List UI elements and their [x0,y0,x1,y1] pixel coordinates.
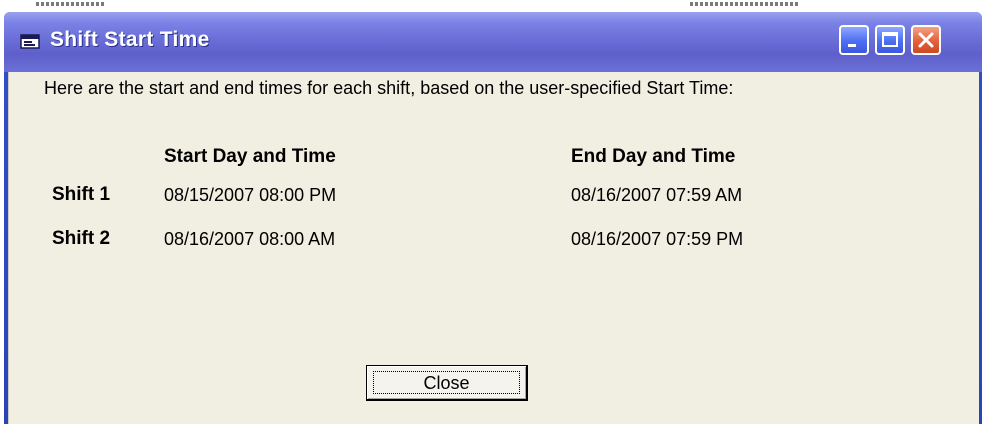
window-icon[interactable] [20,34,42,50]
maximize-button[interactable] [875,25,905,55]
shift-start-time: 08/15/2007 08:00 PM [164,185,337,205]
shift-end-time: 08/16/2007 07:59 PM [571,229,744,249]
column-header-end: End Day and Time [571,146,736,167]
background-fragment [36,2,106,6]
column-header-start: Start Day and Time [164,146,336,167]
shift-label: Shift 2 [52,228,111,249]
minimize-button[interactable] [839,25,869,55]
close-button-label: Close [423,373,470,393]
title-bar[interactable]: Shift Start Time [4,12,982,72]
shift-start-time: 08/16/2007 08:00 AM [164,229,336,249]
background-fragment [690,2,800,6]
close-window-button[interactable] [911,25,941,55]
shift-end-time: 08/16/2007 07:59 AM [571,185,743,205]
window-title: Shift Start Time [50,28,210,51]
dialog-window: Shift Start Time [4,12,982,424]
maximize-icon [882,32,898,47]
close-button[interactable]: Close [366,365,528,401]
minimize-icon [848,44,856,47]
close-icon [918,32,934,48]
intro-text: Here are the start and end times for eac… [44,78,734,98]
shift-label: Shift 1 [52,184,111,205]
